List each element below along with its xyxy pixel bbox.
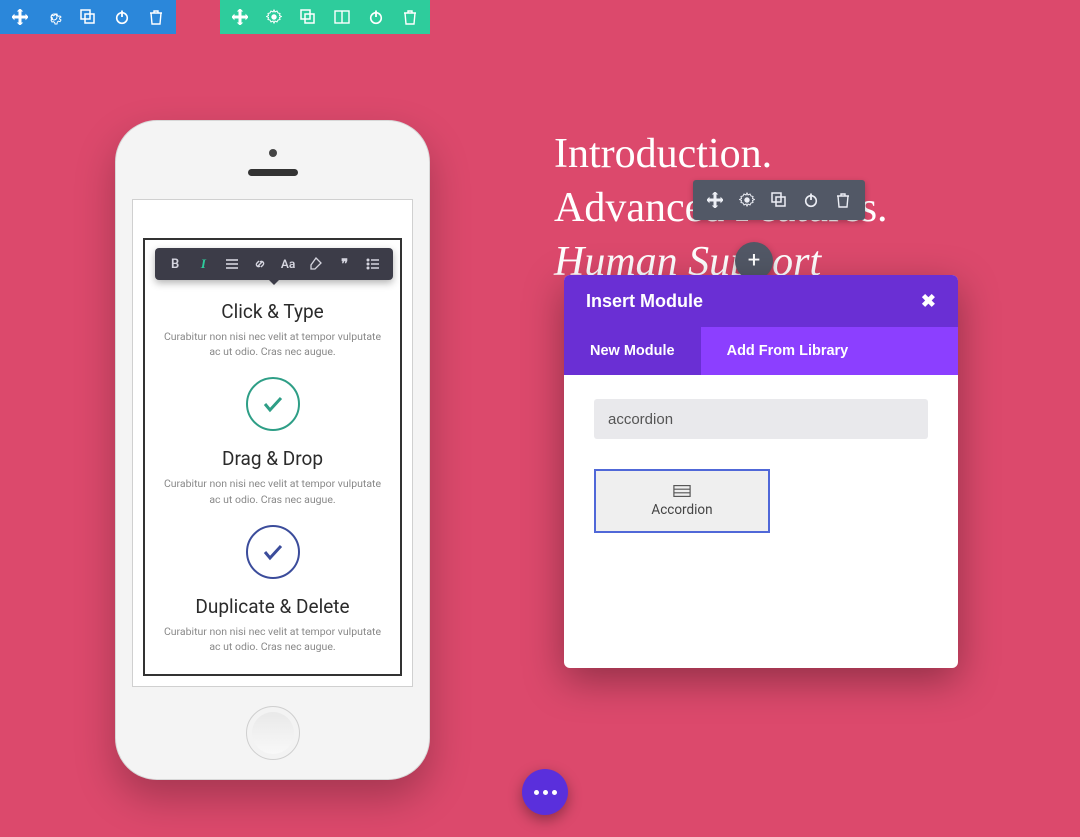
module-search-input[interactable]	[594, 399, 928, 439]
bold-button[interactable]: B	[165, 257, 185, 272]
page-settings-fab[interactable]	[522, 769, 568, 815]
quote-button[interactable]: ❞	[335, 257, 355, 272]
trash-icon[interactable]	[835, 192, 851, 208]
blurb-title-3: Duplicate & Delete	[163, 595, 382, 618]
modal-tabs: New Module Add From Library	[564, 327, 958, 375]
tab-new-module[interactable]: New Module	[564, 327, 701, 375]
text-editor-toolbar: B I Aa ❞	[155, 248, 393, 280]
power-icon[interactable]	[803, 192, 819, 208]
tab-add-from-library[interactable]: Add From Library	[701, 327, 875, 375]
blurb-title-2: Drag & Drop	[163, 447, 382, 470]
move-icon[interactable]	[707, 192, 723, 208]
duplicate-icon[interactable]	[300, 9, 316, 25]
row-toolbar	[220, 0, 430, 34]
gear-icon[interactable]	[46, 9, 62, 25]
gear-icon[interactable]	[266, 9, 282, 25]
dot-icon	[552, 790, 557, 795]
modal-title: Insert Module	[586, 291, 703, 312]
blurb-desc-2: Curabitur non nisi nec velit at tempor v…	[163, 476, 382, 506]
italic-button[interactable]: I	[193, 256, 213, 272]
modal-header[interactable]: Insert Module ✖	[564, 275, 958, 327]
font-button[interactable]: Aa	[278, 257, 298, 271]
blurb-desc-3: Curabitur non nisi nec velit at tempor v…	[163, 624, 382, 654]
phone-mockup: Click & Type Curabitur non nisi nec veli…	[115, 120, 430, 780]
modal-body: Accordion	[564, 375, 958, 557]
plus-icon: +	[748, 250, 760, 272]
insert-module-modal: Insert Module ✖ New Module Add From Libr…	[564, 275, 958, 668]
duplicate-icon[interactable]	[771, 192, 787, 208]
power-icon[interactable]	[114, 9, 130, 25]
blurb-desc-1: Curabitur non nisi nec velit at tempor v…	[163, 329, 382, 359]
section-toolbar	[0, 0, 176, 34]
phone-home-button	[246, 706, 300, 760]
check-icon	[246, 525, 300, 579]
gear-icon[interactable]	[739, 192, 755, 208]
align-button[interactable]	[222, 257, 242, 272]
headline-line-1: Introduction.	[554, 128, 888, 182]
accordion-icon	[673, 484, 691, 498]
close-icon[interactable]: ✖	[921, 291, 936, 312]
check-icon	[246, 377, 300, 431]
dot-icon	[534, 790, 539, 795]
dot-icon	[543, 790, 548, 795]
columns-icon[interactable]	[334, 9, 350, 25]
move-icon[interactable]	[232, 9, 248, 25]
trash-icon[interactable]	[148, 9, 164, 25]
trash-icon[interactable]	[402, 9, 418, 25]
blurb-module[interactable]: Click & Type Curabitur non nisi nec veli…	[143, 238, 402, 676]
module-item-label: Accordion	[651, 502, 712, 518]
duplicate-icon[interactable]	[80, 9, 96, 25]
power-icon[interactable]	[368, 9, 384, 25]
paint-button[interactable]	[306, 257, 326, 272]
link-button[interactable]	[250, 257, 270, 272]
blurb-title-1[interactable]: Click & Type	[163, 300, 382, 323]
module-item-accordion[interactable]: Accordion	[594, 469, 770, 533]
move-icon[interactable]	[12, 9, 28, 25]
module-toolbar	[693, 180, 865, 220]
phone-screen: Click & Type Curabitur non nisi nec veli…	[132, 199, 413, 687]
list-button[interactable]	[363, 257, 383, 272]
